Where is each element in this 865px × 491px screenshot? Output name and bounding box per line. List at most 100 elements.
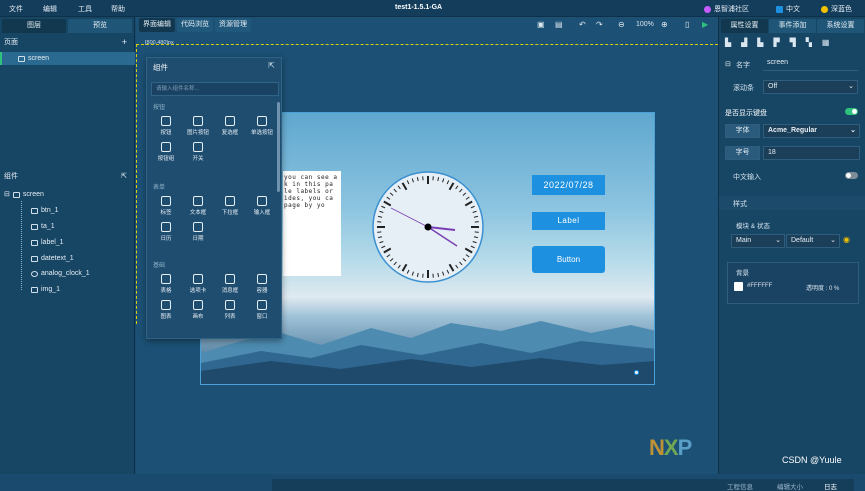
menu-tools[interactable]: 工具 [78, 4, 92, 14]
screen-guide-left [136, 44, 137, 324]
scroll-label: 滚动条 [733, 83, 754, 93]
canvas-label[interactable]: Label [532, 212, 605, 230]
widget-item[interactable]: 按钮 [153, 116, 179, 136]
theme-switch[interactable]: 深蓝色 [821, 4, 852, 14]
canvas-textarea[interactable]: you can see a k in this pa le labels or … [283, 171, 341, 276]
align-tools[interactable]: ▙▟▙▛▜▚▦ [725, 38, 839, 47]
tree-root[interactable]: ⊟screen [0, 188, 135, 201]
widget-item[interactable]: 图表 [153, 300, 179, 320]
bg-color-value[interactable]: #FFFFFF [747, 283, 772, 289]
opacity-label[interactable]: 透明度 : 0 % [806, 283, 839, 292]
widget-item[interactable]: 列表 [217, 300, 243, 320]
distribute-icon[interactable]: ▤ [555, 20, 563, 29]
popout-icon[interactable]: ⇱ [268, 61, 275, 70]
state-select[interactable]: Default⌄ [786, 234, 840, 248]
widget-item[interactable]: 标签 [153, 196, 179, 216]
widget-item-label: 画布 [192, 314, 203, 320]
widget-item-label: 按钮 [160, 130, 171, 136]
tree-item-btn[interactable]: btn_1 [0, 204, 135, 217]
widget-item[interactable]: 文本框 [185, 196, 211, 216]
canvas-button[interactable]: Button [532, 246, 605, 273]
tree-item-textarea[interactable]: ta_1 [0, 220, 135, 233]
run-icon[interactable]: ▶ [702, 20, 708, 29]
style-header-label: 样式 [733, 199, 747, 209]
widget-item[interactable]: 容器 [249, 274, 275, 294]
log-button[interactable]: 日志 [824, 481, 837, 491]
widget-item[interactable]: 开关 [185, 142, 211, 162]
widget-item[interactable]: 消息框 [217, 274, 243, 294]
tab-system[interactable]: 系统设置 [817, 19, 864, 33]
style-header: 样式 [719, 196, 865, 210]
widget-item[interactable]: 窗口 [249, 300, 275, 320]
widget-item[interactable]: 画布 [185, 300, 211, 320]
chevron-down-icon: ⌄ [850, 125, 856, 137]
menu-edit[interactable]: 编辑 [43, 4, 57, 14]
tree-item-datetext[interactable]: datetext_1 [0, 252, 135, 265]
widget-item[interactable]: 日历 [153, 222, 179, 242]
align-icon[interactable]: ▣ [537, 20, 545, 29]
analog-clock[interactable] [371, 170, 485, 284]
widget-item-label: 列表 [224, 314, 235, 320]
tab-ui-editor[interactable]: 界面编辑 [139, 18, 175, 32]
screen-guide-top [136, 44, 718, 45]
tab-code-view[interactable]: 代码浏览 [177, 18, 213, 32]
tab-layers[interactable]: 图层 [2, 19, 66, 33]
widget-item[interactable]: 图片按钮 [185, 116, 211, 136]
widget-item[interactable]: 复选框 [217, 116, 243, 136]
widget-item-label: 标签 [160, 210, 171, 216]
right-panel: 属性设置 事件添加 系统设置 ▙▟▙▛▜▚▦ ⊟ 名字 screen 滚动条 O… [718, 17, 865, 474]
add-page-icon[interactable]: + [122, 36, 127, 48]
size-input[interactable]: 18 [763, 146, 860, 160]
tree-item-clock[interactable]: analog_clock_1 [0, 267, 135, 280]
widget-item[interactable]: 下拉框 [217, 196, 243, 216]
undo-icon[interactable]: ↶ [579, 20, 586, 29]
export-icon[interactable]: ⇱ [121, 171, 127, 183]
widget-item[interactable]: 表格 [153, 274, 179, 294]
tab-resource-manager[interactable]: 资源管理 [215, 18, 251, 32]
eye-icon[interactable]: ◉ [843, 235, 850, 244]
document-icon[interactable]: ▯ [685, 20, 689, 29]
zoom-out-icon[interactable]: ⊖ [618, 20, 625, 29]
page-item-screen[interactable]: screen [0, 52, 135, 65]
widget-item[interactable]: 单选按钮 [249, 116, 275, 136]
part-select[interactable]: Main⌄ [731, 234, 785, 248]
widget-size[interactable]: 编辑大小 [777, 481, 803, 491]
collapse-icon[interactable]: ⊟ [4, 188, 10, 201]
part-value: Main [736, 237, 751, 244]
widget-icon [257, 116, 267, 126]
widget-item[interactable]: 选项卡 [185, 274, 211, 294]
project-info[interactable]: 工程信息 [727, 481, 753, 491]
menu-file[interactable]: 文件 [9, 4, 23, 14]
tab-properties[interactable]: 属性设置 [721, 19, 768, 33]
scroll-select[interactable]: Off⌄ [763, 80, 858, 94]
status-bar: 工程信息 编辑大小 日志 [272, 479, 854, 491]
canvas-datetext[interactable]: 2022/07/28 [532, 175, 605, 195]
components-header-label: 组件 [4, 173, 18, 180]
widget-category: 基础 [153, 260, 165, 269]
chinese-input-toggle[interactable] [845, 172, 858, 179]
widget-item-label: 容器 [256, 288, 267, 294]
widget-scrollbar[interactable] [277, 102, 280, 192]
menu-help[interactable]: 帮助 [111, 4, 125, 14]
font-select[interactable]: Acme_Regular⌄ [763, 124, 860, 138]
color-swatch[interactable] [734, 282, 743, 291]
resize-handle[interactable] [634, 370, 639, 375]
tree-item-label[interactable]: label_1 [0, 236, 135, 249]
zoom-in-icon[interactable]: ⊕ [661, 20, 668, 29]
widget-search-input[interactable]: 请输入组件名称... [151, 82, 279, 96]
tab-preview[interactable]: 预览 [68, 19, 132, 33]
widget-item[interactable]: 按钮组 [153, 142, 179, 162]
widget-item[interactable]: 日期 [185, 222, 211, 242]
name-input[interactable]: screen [763, 57, 858, 71]
widget-item-label: 图表 [160, 314, 171, 320]
widget-item[interactable]: 输入框 [249, 196, 275, 216]
textarea-icon [31, 224, 38, 230]
redo-icon[interactable]: ↷ [596, 20, 603, 29]
monitor-icon [13, 192, 20, 198]
widget-icon [161, 274, 171, 284]
tab-events[interactable]: 事件添加 [769, 19, 816, 33]
community-link[interactable]: 恩智浦社区 [704, 4, 749, 14]
tree-item-img[interactable]: img_1 [0, 283, 135, 296]
keyboard-toggle[interactable] [845, 108, 858, 115]
language-switch[interactable]: 中文 [776, 4, 800, 14]
